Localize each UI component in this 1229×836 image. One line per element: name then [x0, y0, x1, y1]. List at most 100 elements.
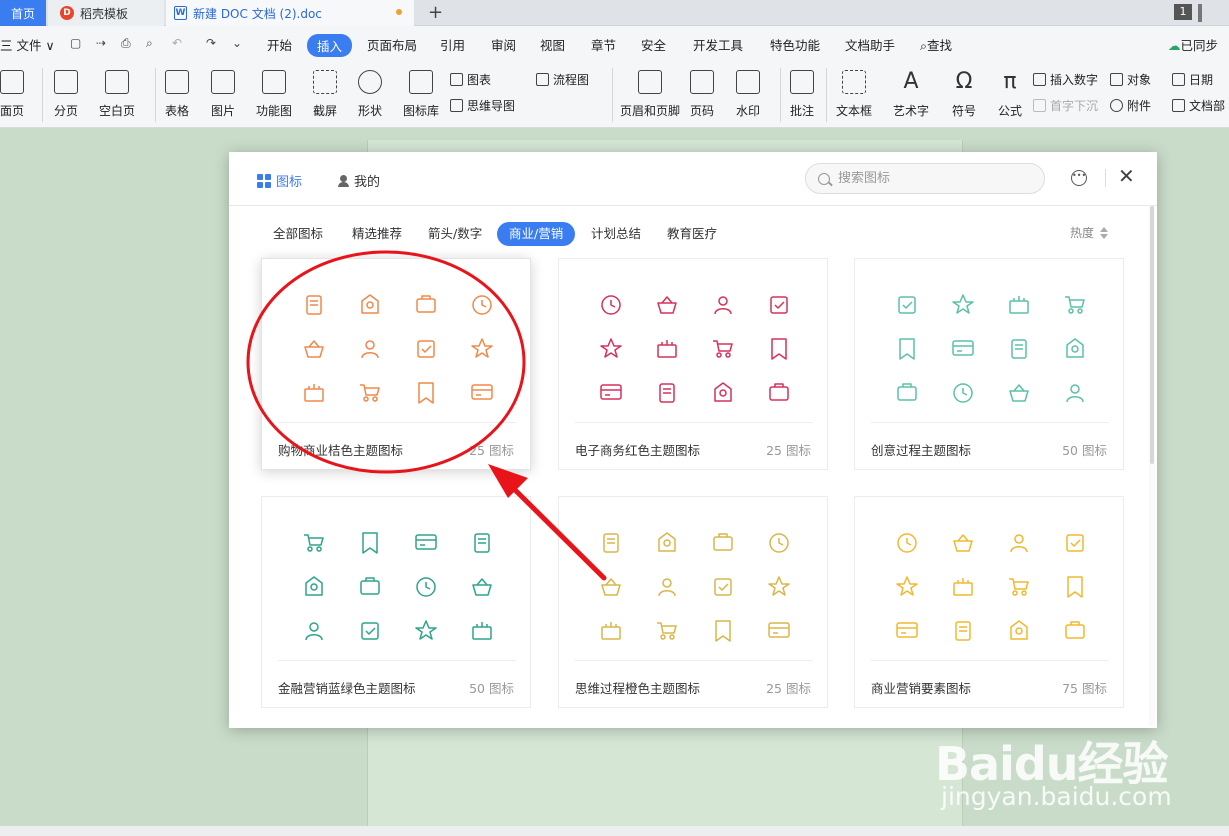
preview-glyph-icon: [305, 622, 323, 641]
undo-icon[interactable]: ↶: [172, 36, 186, 50]
redo-icon[interactable]: ↷: [206, 36, 220, 50]
attachment-button[interactable]: 附件: [1110, 97, 1151, 114]
tab-mine-label: 我的: [354, 175, 381, 190]
header-footer-button[interactable]: 页眉和页脚: [620, 66, 680, 119]
save-icon[interactable]: ▢: [70, 36, 84, 50]
cloud-sync-icon: ☁: [1168, 38, 1181, 53]
tab-document[interactable]: W 新建 DOC 文档 (2).doc: [166, 0, 414, 26]
category-arrows-numbers[interactable]: 箭头/数字: [428, 222, 482, 246]
tab-icons[interactable]: 图标: [257, 171, 302, 190]
formula-label: 公式: [998, 104, 1023, 118]
card-divider: [278, 422, 516, 423]
ribbon-divider: [155, 68, 156, 122]
preview-glyph-icon: [714, 296, 732, 315]
file-menu[interactable]: 三 文件 ∨: [0, 35, 55, 54]
close-icon[interactable]: ✕: [1118, 166, 1135, 186]
icon-pack-card[interactable]: 电子商务红色主题图标 25 图标: [558, 258, 828, 470]
category-education-medical[interactable]: 教育医疗: [667, 222, 717, 246]
blank-page-button[interactable]: 空白页: [99, 66, 135, 119]
menu-item-chapter[interactable]: 章节: [591, 35, 616, 54]
find-button[interactable]: ⌕查找: [920, 35, 952, 54]
icon-search-box[interactable]: [805, 163, 1045, 194]
icon-pack-card[interactable]: 创意过程主题图标 50 图标: [854, 258, 1124, 470]
category-business-marketing[interactable]: 商业/营销: [497, 222, 576, 246]
watermark-button[interactable]: 水印: [736, 66, 760, 119]
preview-glyph-icon: [769, 533, 789, 553]
menu-item-start[interactable]: 开始: [267, 35, 292, 54]
tab-mine[interactable]: 我的: [337, 171, 380, 190]
menu-bar: 三 文件 ∨ ▢ ⇢ ⎙ ⌕ ↶ ↷ ⌄ 开始 插入 页面布局 引用 审阅 视图…: [0, 26, 1229, 62]
card-divider: [278, 660, 516, 661]
icon-pack-card[interactable]: 思维过程橙色主题图标 25 图标: [558, 496, 828, 708]
symbol-button[interactable]: Ω 符号: [952, 66, 976, 119]
dropcap-button[interactable]: 首字下沉: [1033, 97, 1098, 114]
card-divider: [575, 660, 813, 661]
picture-label: 图片: [211, 104, 236, 118]
screenshot-button[interactable]: 截屏: [313, 66, 337, 119]
textbox-button[interactable]: 文本框: [836, 66, 872, 119]
icon-thumbnail: [935, 609, 991, 653]
menu-item-reference[interactable]: 引用: [440, 35, 465, 54]
icon-thumbnail: [583, 371, 639, 415]
doc-part-button[interactable]: 文档部: [1172, 97, 1225, 114]
icon-pack-card[interactable]: 金融营销蓝绿色主题图标 50 图标: [261, 496, 531, 708]
category-featured[interactable]: 精选推荐: [352, 222, 402, 246]
preview-glyph-icon: [362, 532, 378, 554]
preview-glyph-icon: [771, 338, 787, 360]
scrollbar-thumb[interactable]: [1150, 206, 1154, 464]
icon-search-input[interactable]: [838, 171, 1018, 186]
chart-button[interactable]: 图表: [450, 71, 491, 88]
icon-thumbnail: [454, 371, 510, 415]
blank-page-label: 空白页: [99, 104, 136, 118]
sync-status[interactable]: ☁已同步: [1168, 35, 1218, 54]
page-break-button[interactable]: 分页: [54, 66, 78, 119]
insert-number-button[interactable]: 插入数字: [1033, 71, 1098, 88]
icon-pack-count: 50 图标: [1062, 443, 1107, 458]
icon-thumbnail: [398, 283, 454, 327]
icon-thumbnail: [879, 609, 935, 653]
wordart-button[interactable]: A 艺术字: [893, 66, 929, 119]
icon-preview-grid: [583, 283, 807, 413]
page-break-icon: [54, 70, 78, 94]
menu-item-doc-assistant[interactable]: 文档助手: [845, 35, 895, 54]
menu-item-layout[interactable]: 页面布局: [367, 35, 417, 54]
menu-item-review[interactable]: 审阅: [491, 35, 516, 54]
date-button[interactable]: 日期: [1172, 71, 1213, 88]
menu-item-features[interactable]: 特色功能: [770, 35, 820, 54]
icon-thumbnail: [1047, 609, 1103, 653]
sort-by-popularity[interactable]: 热度: [1070, 224, 1109, 241]
preview-icon[interactable]: ⌕: [146, 36, 160, 50]
quick-access-more-icon[interactable]: ⌄: [232, 36, 246, 50]
icon-thumbnail: [751, 609, 807, 653]
preview-glyph-icon: [1067, 576, 1083, 598]
mindmap-button[interactable]: 思维导图: [450, 97, 515, 114]
export-icon[interactable]: ⇢: [96, 36, 110, 50]
comment-button[interactable]: 批注: [790, 66, 814, 119]
icon-library-button[interactable]: 图标库: [403, 66, 439, 119]
icon-pack-card[interactable]: 购物商业桔色主题图标 25 图标: [261, 258, 531, 470]
menu-item-security[interactable]: 安全: [641, 35, 666, 54]
category-all[interactable]: 全部图标: [273, 222, 323, 246]
category-plan-summary[interactable]: 计划总结: [591, 222, 641, 246]
table-button[interactable]: 表格: [165, 66, 189, 119]
icon-thumbnail: [751, 521, 807, 565]
cover-page-button[interactable]: 面页: [0, 66, 24, 119]
menu-item-insert[interactable]: 插入: [307, 34, 353, 57]
formula-button[interactable]: π 公式: [998, 66, 1022, 119]
preview-glyph-icon: [1009, 384, 1029, 402]
picture-button[interactable]: 图片: [211, 66, 235, 119]
new-tab-button[interactable]: +: [428, 2, 443, 23]
object-button[interactable]: 对象: [1110, 71, 1151, 88]
function-chart-button[interactable]: 功能图: [256, 66, 292, 119]
page-number-button[interactable]: 页码: [690, 66, 714, 119]
tab-home[interactable]: 首页: [0, 0, 46, 26]
tab-docer-templates[interactable]: D 稻壳模板: [48, 0, 164, 26]
feedback-icon[interactable]: •••: [1071, 170, 1087, 186]
flowchart-button[interactable]: 流程图: [536, 71, 589, 88]
window-control-icon[interactable]: [1198, 4, 1202, 22]
print-icon[interactable]: ⎙: [121, 36, 135, 50]
icon-pack-card[interactable]: 商业营销要素图标 75 图标: [854, 496, 1124, 708]
menu-item-developer[interactable]: 开发工具: [693, 35, 743, 54]
shape-button[interactable]: 形状: [358, 66, 382, 119]
menu-item-view[interactable]: 视图: [540, 35, 565, 54]
